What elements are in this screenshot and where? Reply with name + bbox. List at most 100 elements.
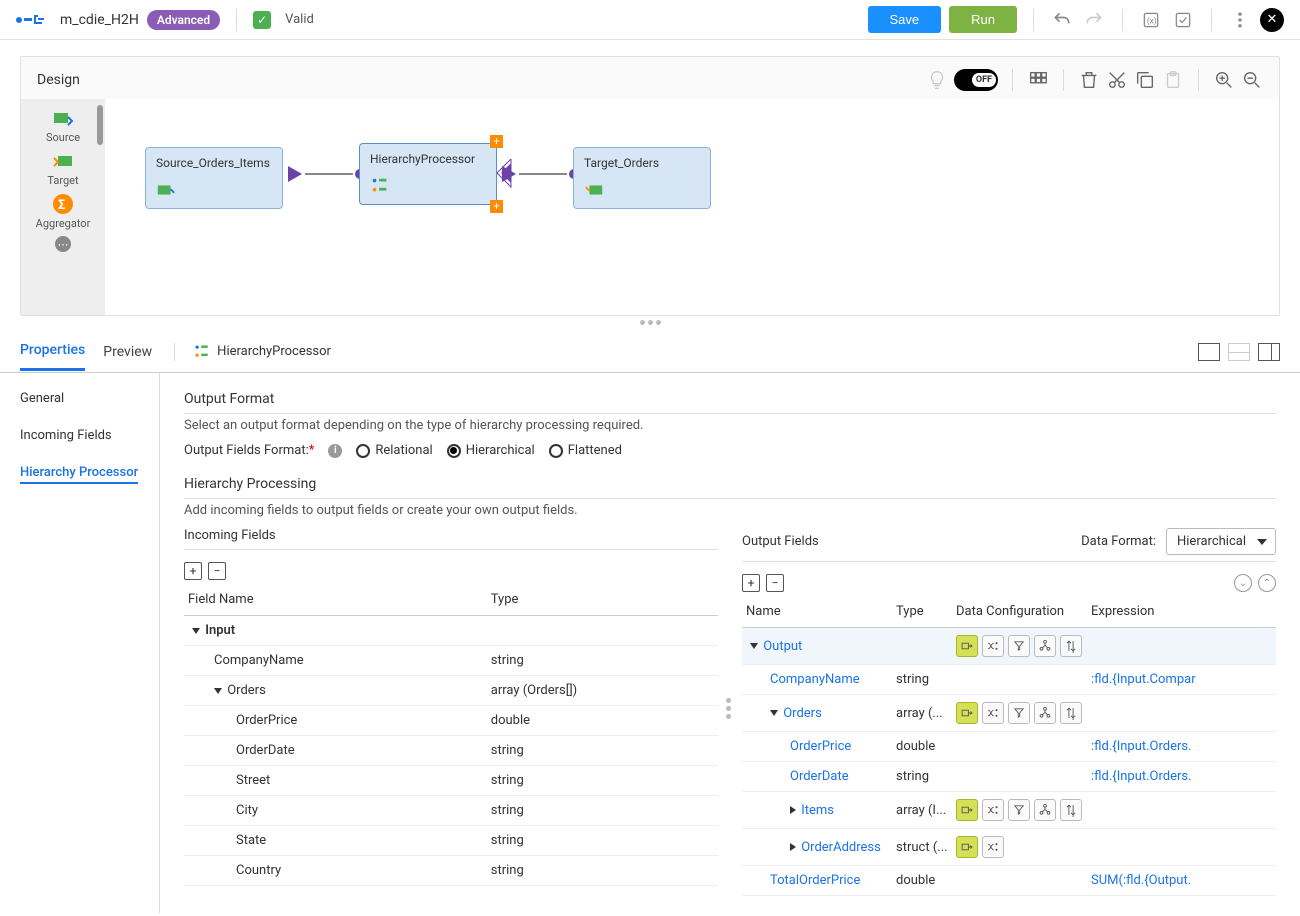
chevron-down-circle-icon[interactable]: ⌄ [1234,574,1252,592]
config-action-icon[interactable] [956,702,978,724]
kebab-menu-icon[interactable] [1228,8,1252,32]
table-row[interactable]: Streetstring [184,766,718,796]
config-action-icon[interactable] [982,702,1004,724]
table-row[interactable]: CompanyNamestring:fld.{Input.Compar [742,665,1276,695]
table-row[interactable]: OrderAddressstruct (... [742,829,1276,866]
table-row[interactable]: OrderDatestring [184,736,718,766]
properties-sidebar: General Incoming Fields Hierarchy Proces… [0,373,160,913]
redo-icon[interactable] [1082,8,1106,32]
mapping-name: m_cdie_H2H [60,12,139,28]
table-row[interactable]: Statestring [184,826,718,856]
plus-handle-bottom[interactable]: + [490,200,503,213]
table-row[interactable]: Itemsarray (I... [742,792,1276,829]
config-action-icon[interactable] [1060,702,1082,724]
node-processor[interactable]: + HierarchyProcessor + [359,143,497,205]
config-action-icon[interactable] [1060,799,1082,821]
undo-icon[interactable] [1050,8,1074,32]
config-action-icon[interactable] [1034,635,1056,657]
panel-layout-3-icon[interactable] [1258,343,1280,361]
config-action-icon[interactable] [1034,702,1056,724]
config-action-icon[interactable] [982,799,1004,821]
table-row[interactable]: Input [184,616,718,646]
table-row[interactable]: Citystring [184,796,718,826]
node-target[interactable]: Target_Orders [573,147,711,209]
delete-icon[interactable] [1078,69,1100,91]
valid-label: Valid [285,12,314,27]
incoming-table: Field Name Type Input CompanyNamestring … [184,584,718,886]
radio-flattened[interactable]: Flattened [549,443,622,458]
table-row[interactable]: OrderPricedouble:fld.{Input.Orders. [742,732,1276,762]
palette-more-icon[interactable]: ⋯ [55,236,71,252]
config-action-icon[interactable] [956,799,978,821]
panel-layout-2-icon[interactable] [1228,343,1250,361]
config-action-icon[interactable] [956,635,978,657]
close-icon[interactable]: ✕ [1260,8,1284,32]
config-action-icon[interactable] [982,836,1004,858]
copy-icon[interactable] [1134,69,1156,91]
tab-transformation: HierarchyProcessor [174,343,331,361]
plus-handle-top[interactable]: + [490,135,503,148]
paste-icon[interactable] [1162,69,1184,91]
svg-text:Σ: Σ [58,198,66,213]
table-row[interactable]: Ordersarray (Orders[]) [184,676,718,706]
run-button[interactable]: Run [949,6,1017,33]
config-action-icon[interactable] [1008,702,1030,724]
node-source[interactable]: Source_Orders_Items [145,147,283,209]
valid-check-icon: ✓ [253,11,271,29]
toggle-switch[interactable]: OFF [954,69,998,91]
table-row[interactable]: Output [742,628,1276,665]
palette-target[interactable]: Target [47,150,78,187]
validate-icon[interactable] [1171,8,1195,32]
table-row[interactable]: OrderPricedouble [184,706,718,736]
info-icon[interactable]: i [328,444,342,458]
resize-handle[interactable] [0,316,1300,329]
hierarchy-proc-desc: Add incoming fields to output fields or … [184,503,1276,518]
table-row[interactable]: TotalOrderPricedoubleSUM(:fld.{Output. [742,866,1276,896]
table-row[interactable]: OrderDatestring:fld.{Input.Orders. [742,762,1276,792]
zoom-in-icon[interactable] [1213,69,1235,91]
palette-source[interactable]: Source [46,107,80,144]
panel-layout-1-icon[interactable] [1198,343,1220,361]
config-action-icon[interactable] [1060,635,1082,657]
output-format-title: Output Format [184,391,1276,414]
chevron-up-circle-icon[interactable]: ⌃ [1258,574,1276,592]
config-action-icon[interactable] [956,836,978,858]
expand-all-out-icon[interactable]: + [742,574,760,592]
config-action-icon[interactable] [1034,799,1056,821]
zoom-out-icon[interactable] [1241,69,1263,91]
incoming-fields-panel: Incoming Fields + − Field Name Type Inpu… [184,528,718,896]
output-table: Name Type Data Configuration Expression … [742,596,1276,896]
palette-aggregator[interactable]: Σ Aggregator [36,193,91,230]
collapse-all-out-icon[interactable]: − [766,574,784,592]
radio-relational[interactable]: Relational [356,443,432,458]
data-format-label: Data Format: [1081,534,1156,549]
collapse-all-icon[interactable]: − [208,562,226,580]
sidebar-hierarchy[interactable]: Hierarchy Processor [20,465,138,484]
lightbulb-icon[interactable] [926,69,948,91]
palette-scrollbar[interactable] [97,105,103,145]
config-action-icon[interactable] [1008,635,1030,657]
canvas[interactable]: Source_Orders_Items + HierarchyProcessor… [105,99,1279,315]
svg-text:(x): (x) [1147,15,1157,26]
sidebar-general[interactable]: General [20,391,149,406]
splitter-handle[interactable] [726,698,731,719]
header-bar: m_cdie_H2H Advanced ✓ Valid Save Run (x)… [0,0,1300,40]
table-row[interactable]: CompanyNamestring [184,646,718,676]
main-content: Output Format Select an output format de… [160,373,1300,913]
expression-icon[interactable]: (x) [1139,8,1163,32]
grid-icon[interactable] [1027,69,1049,91]
radio-hierarchical[interactable]: Hierarchical [447,443,535,458]
table-row[interactable]: Countrystring [184,856,718,886]
advanced-badge: Advanced [147,10,220,30]
sidebar-incoming[interactable]: Incoming Fields [20,428,149,443]
incoming-title: Incoming Fields [184,528,276,543]
config-action-icon[interactable] [1008,799,1030,821]
data-format-select[interactable]: Hierarchical [1166,528,1276,555]
cut-icon[interactable] [1106,69,1128,91]
tab-properties[interactable]: Properties [20,332,85,371]
save-button[interactable]: Save [868,6,942,33]
config-action-icon[interactable] [982,635,1004,657]
table-row[interactable]: Ordersarray (... [742,695,1276,732]
expand-all-icon[interactable]: + [184,562,202,580]
tab-preview[interactable]: Preview [103,334,152,370]
